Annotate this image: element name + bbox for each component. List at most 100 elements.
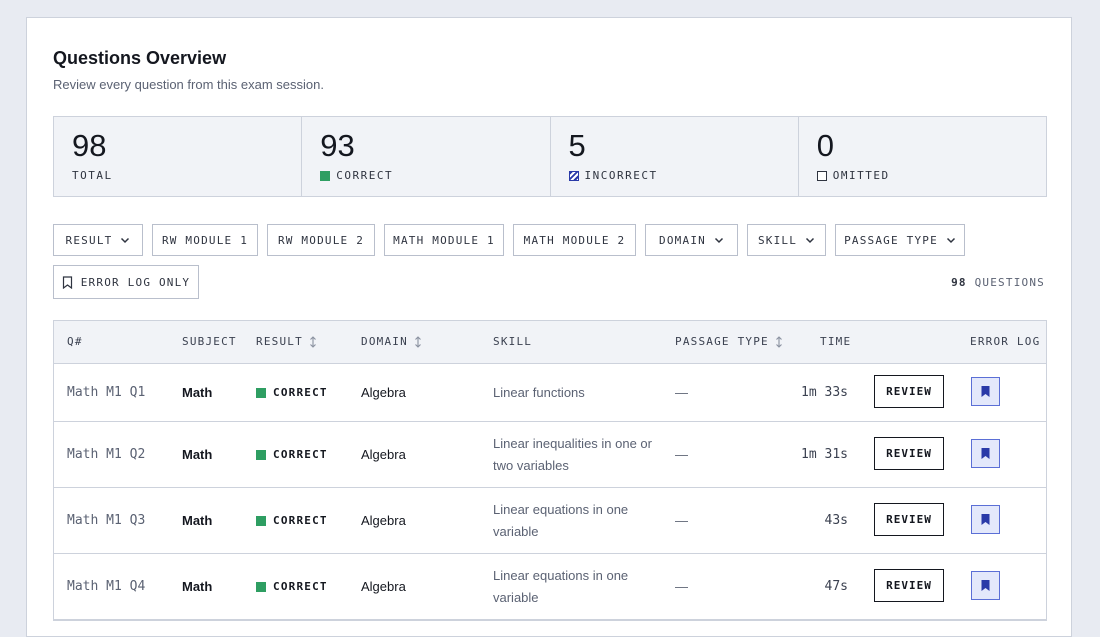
- filter-skill-dropdown[interactable]: SKILL: [747, 224, 826, 256]
- table-row: Math M1 Q4 Math CORRECT Algebra Linear e…: [54, 554, 1046, 620]
- filter-error-log-only[interactable]: ERROR LOG ONLY: [53, 265, 199, 299]
- row-result-label: CORRECT: [273, 514, 328, 527]
- filter-math-module-2[interactable]: MATH MODULE 2: [513, 224, 636, 256]
- filter-error-log-only-label: ERROR LOG ONLY: [80, 275, 191, 289]
- page-title: Questions Overview: [53, 48, 227, 68]
- row-domain: Algebra: [361, 513, 406, 528]
- row-time: 1m 31s: [801, 447, 848, 462]
- question-count-number: 98: [951, 276, 967, 289]
- chevron-down-icon: [121, 237, 130, 244]
- col-time-label: TIME: [820, 335, 852, 348]
- stat-omitted-label: OMITTED: [832, 169, 890, 182]
- row-question-id: Math M1 Q1: [67, 385, 146, 400]
- stat-incorrect: 5 INCORRECT: [551, 117, 799, 196]
- row-subject: Math: [182, 579, 213, 594]
- correct-swatch-icon: [256, 449, 266, 460]
- review-button[interactable]: REVIEW: [874, 375, 944, 408]
- row-domain: Algebra: [361, 385, 406, 400]
- row-question-id: Math M1 Q3: [67, 513, 146, 528]
- row-result: CORRECT: [256, 422, 328, 487]
- col-q: Q#: [67, 335, 83, 348]
- review-button[interactable]: REVIEW: [874, 503, 944, 536]
- col-result-label: RESULT: [256, 335, 303, 348]
- sort-icon: [310, 335, 316, 348]
- filter-result-dropdown[interactable]: RESULT: [53, 224, 143, 256]
- col-skill: SKILL: [493, 335, 532, 348]
- chevron-down-icon: [806, 237, 815, 244]
- row-result: CORRECT: [256, 488, 328, 553]
- row-subject: Math: [182, 385, 213, 400]
- filter-math-module-2-label: MATH MODULE 2: [523, 233, 626, 247]
- filter-math-module-1[interactable]: MATH MODULE 1: [384, 224, 504, 256]
- error-log-toggle[interactable]: [971, 377, 1000, 406]
- row-time: 43s: [824, 513, 848, 528]
- bookmark-icon: [981, 514, 990, 525]
- filter-skill-label: SKILL: [757, 233, 798, 247]
- row-time: 47s: [824, 579, 848, 594]
- stat-total: 98 TOTAL: [54, 117, 303, 196]
- bookmark-icon: [981, 580, 990, 591]
- row-result-label: CORRECT: [273, 448, 328, 461]
- stat-total-label: TOTAL: [72, 169, 113, 182]
- stat-correct: 93 CORRECT: [302, 117, 551, 196]
- filter-domain-dropdown[interactable]: DOMAIN: [645, 224, 738, 256]
- col-passage-type-sort[interactable]: PASSAGE TYPE: [675, 335, 783, 348]
- row-skill: Linear inequalities in one or two variab…: [493, 435, 652, 473]
- row-passage-type: —: [675, 513, 688, 528]
- row-result: CORRECT: [256, 364, 328, 421]
- row-domain: Algebra: [361, 447, 406, 462]
- col-q-label: Q#: [67, 335, 83, 348]
- error-log-toggle[interactable]: [971, 505, 1000, 534]
- col-passage-type-label: PASSAGE TYPE: [675, 335, 769, 348]
- col-subject: SUBJECT: [182, 335, 237, 348]
- page-subtitle: Review every question from this exam ses…: [53, 77, 324, 92]
- table-row: Math M1 Q1 Math CORRECT Algebra Linear f…: [54, 364, 1046, 422]
- stat-total-value: 98: [72, 128, 107, 163]
- row-passage-type: —: [675, 447, 688, 462]
- sort-icon: [775, 335, 782, 348]
- review-button[interactable]: REVIEW: [874, 437, 944, 470]
- sort-icon: [415, 335, 421, 348]
- table-row: Math M1 Q2 Math CORRECT Algebra Linear i…: [54, 422, 1046, 488]
- stat-omitted: 0 OMITTED: [799, 117, 1046, 196]
- col-error-log: ERROR LOG: [970, 335, 1040, 348]
- row-result: CORRECT: [256, 554, 328, 619]
- questions-panel: Questions Overview Review every question…: [26, 17, 1072, 637]
- error-log-toggle[interactable]: [971, 439, 1000, 468]
- col-subject-label: SUBJECT: [182, 335, 237, 348]
- col-result-sort[interactable]: RESULT: [256, 335, 317, 348]
- filter-rw-module-1-label: RW MODULE 1: [161, 233, 249, 247]
- stat-omitted-value: 0: [816, 128, 834, 163]
- questions-table: Q# SUBJECT RESULT DOMAIN SKILL PASSAGE T…: [53, 320, 1047, 621]
- correct-swatch-icon: [256, 387, 266, 398]
- row-domain: Algebra: [361, 579, 406, 594]
- question-count: 98 QUESTIONS: [951, 276, 1045, 289]
- stat-incorrect-label: INCORRECT: [584, 169, 658, 182]
- stats-bar: 98 TOTAL 93 CORRECT 5 INCORRECT 0 OMITTE…: [53, 116, 1047, 197]
- stat-total-label-row: TOTAL: [72, 169, 113, 182]
- stat-incorrect-label-row: INCORRECT: [568, 169, 658, 182]
- col-domain-sort[interactable]: DOMAIN: [361, 335, 422, 348]
- filter-rw-module-1[interactable]: RW MODULE 1: [152, 224, 258, 256]
- filter-rw-module-2[interactable]: RW MODULE 2: [267, 224, 375, 256]
- review-button[interactable]: REVIEW: [874, 569, 944, 602]
- filter-result-label: RESULT: [65, 233, 113, 247]
- filter-rw-module-2-label: RW MODULE 2: [277, 233, 365, 247]
- chevron-down-icon: [946, 237, 955, 244]
- row-result-label: CORRECT: [273, 580, 328, 593]
- error-log-toggle[interactable]: [971, 571, 1000, 600]
- stat-correct-label: CORRECT: [336, 169, 394, 182]
- filter-passage-type-label: PASSAGE TYPE: [844, 233, 938, 247]
- filter-passage-type-dropdown[interactable]: PASSAGE TYPE: [835, 224, 965, 256]
- col-domain-label: DOMAIN: [361, 335, 408, 348]
- row-passage-type: —: [675, 579, 688, 594]
- correct-swatch-icon: [256, 515, 266, 526]
- row-question-id: Math M1 Q2: [67, 447, 146, 462]
- row-subject: Math: [182, 513, 213, 528]
- col-time: TIME: [820, 335, 851, 348]
- row-question-id: Math M1 Q4: [67, 579, 146, 594]
- row-time: 1m 33s: [801, 385, 848, 400]
- row-skill: Linear functions: [493, 384, 585, 400]
- stat-omitted-label-row: OMITTED: [816, 169, 890, 182]
- col-error-log-label: ERROR LOG: [970, 335, 1041, 348]
